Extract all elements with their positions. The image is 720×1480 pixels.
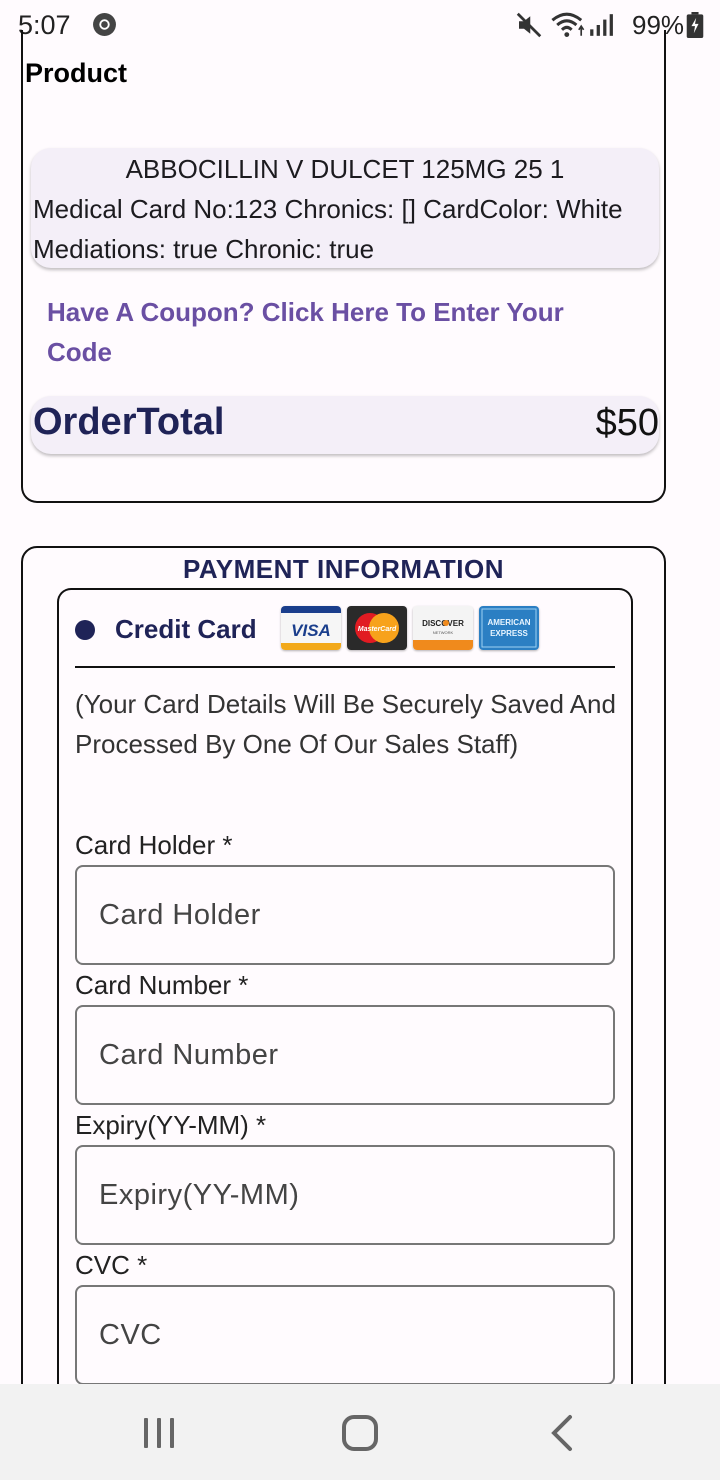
order-total-label: OrderTotal [33, 401, 225, 443]
svg-text:EXPRESS: EXPRESS [490, 629, 528, 638]
secure-note: (Your Card Details Will Be Securely Save… [75, 689, 616, 759]
payment-title: PAYMENT INFORMATION [182, 554, 505, 584]
visa-logo: VISA [281, 606, 341, 650]
expiry-label: Expiry(YY-MM) * [75, 1110, 267, 1140]
discover-logo: DISCOVER NETWORK [413, 606, 473, 650]
card-number-input[interactable] [75, 1005, 615, 1105]
credit-card-label[interactable]: Credit Card [115, 614, 257, 645]
product-name: ABBOCILLIN V DULCET 125MG 25 1 [125, 154, 565, 184]
credit-card-radio[interactable] [75, 620, 95, 640]
back-icon[interactable] [548, 1414, 576, 1452]
recent-apps-icon[interactable] [142, 1416, 176, 1450]
product-title: Product [25, 58, 128, 88]
svg-text:VISA: VISA [291, 621, 331, 640]
cvc-input[interactable] [75, 1285, 615, 1385]
order-total-value: $50 [595, 402, 659, 444]
card-holder-input[interactable] [75, 865, 615, 965]
card-number-label: Card Number * [75, 970, 249, 1000]
navigation-bar [0, 1384, 720, 1480]
credit-card-panel: Credit Card VISA MasterCard DISCOVER NET… [57, 588, 633, 1448]
card-holder-label: Card Holder * [75, 830, 233, 860]
coupon-link[interactable]: Have A Coupon? Click Here To Enter Your … [47, 292, 607, 372]
order-total: OrderTotal $50 [31, 396, 659, 454]
mastercard-logo: MasterCard [347, 606, 407, 650]
product-details: Medical Card No:123 Chronics: [] CardCol… [33, 194, 623, 264]
payment-card: PAYMENT INFORMATION Credit Card VISA Mas… [21, 546, 666, 1448]
product-item: ABBOCILLIN V DULCET 125MG 25 1 Medical C… [31, 148, 659, 268]
svg-text:AMERICAN: AMERICAN [487, 618, 530, 627]
product-card: Product ABBOCILLIN V DULCET 125MG 25 1 M… [21, 30, 666, 503]
divider [75, 666, 615, 668]
expiry-input[interactable] [75, 1145, 615, 1245]
battery-charging-icon [686, 12, 704, 38]
svg-text:MasterCard: MasterCard [358, 626, 397, 633]
american-express-logo: AMERICAN EXPRESS [479, 606, 539, 650]
svg-text:NETWORK: NETWORK [433, 630, 454, 635]
cvc-label: CVC * [75, 1250, 148, 1280]
home-icon[interactable] [341, 1414, 379, 1452]
